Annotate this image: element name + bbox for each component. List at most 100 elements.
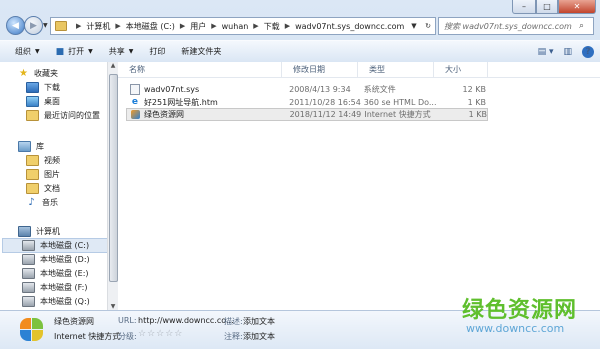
- file-name: wadv07nt.sys: [143, 84, 200, 94]
- rating-label: 分级:: [118, 332, 137, 341]
- recent-pages-dropdown[interactable]: ▼: [43, 22, 48, 29]
- html-file-icon: e: [131, 97, 139, 107]
- file-size: 12 KB: [462, 84, 487, 94]
- crumb-downloads[interactable]: 下载: [264, 21, 280, 32]
- crumb-drive-c[interactable]: 本地磁盘 (C:): [126, 21, 175, 32]
- address-bar[interactable]: ▶ 计算机 ▶ 本地磁盘 (C:) ▶ 用户 ▶ wuhan ▶ 下载 ▶ wa…: [50, 17, 436, 35]
- open-label: 打开: [68, 47, 85, 56]
- nav-downloads[interactable]: 下载: [26, 82, 60, 93]
- chevron-right-icon[interactable]: ▶: [211, 22, 216, 30]
- hard-drive-icon: [22, 240, 35, 251]
- open-button[interactable]: ■ 打开 ▼: [50, 43, 99, 60]
- watermark-name: 绿色资源网: [462, 298, 578, 323]
- navigation-pane: ★ 收藏夹 下载 桌面 最近访问的位置 库 视频 图片 文档 ♪ 音乐 计算机 …: [0, 62, 119, 310]
- nav-drive-e[interactable]: 本地磁盘 (E:): [22, 268, 89, 279]
- downloads-folder-icon: [26, 82, 39, 93]
- file-size: 1 KB: [468, 110, 487, 119]
- file-type: 系统文件: [363, 84, 396, 94]
- view-options-icon[interactable]: ▤ ▾: [538, 47, 554, 57]
- nav-documents[interactable]: 文档: [26, 183, 60, 194]
- window-controls: – □ ✕: [512, 0, 596, 14]
- video-library-icon: [26, 155, 39, 166]
- chevron-down-icon: ▼: [35, 48, 40, 55]
- nav-videos-label: 视频: [44, 156, 60, 165]
- column-size[interactable]: 大小: [434, 62, 488, 77]
- column-name[interactable]: 名称: [118, 62, 282, 77]
- chevron-right-icon: ▶: [76, 22, 82, 30]
- file-row-selected[interactable]: 绿色资源网 2018/11/12 14:49 Internet 快捷方式 1 K…: [126, 108, 488, 121]
- rating-stars[interactable]: ☆☆☆☆☆: [138, 329, 183, 339]
- nav-computer-label: 计算机: [36, 227, 60, 236]
- library-icon: [18, 141, 31, 152]
- column-date[interactable]: 修改日期: [282, 62, 358, 77]
- column-type[interactable]: 类型: [358, 62, 434, 77]
- chevron-right-icon[interactable]: ▶: [253, 22, 258, 30]
- nav-computer[interactable]: 计算机: [18, 226, 60, 237]
- minimize-button[interactable]: –: [512, 0, 536, 14]
- chevron-right-icon[interactable]: ▶: [180, 22, 185, 30]
- search-box[interactable]: 搜索 wadv07nt.sys_downcc.com ⌕: [438, 17, 594, 35]
- nav-drive-label: 本地磁盘 (Q:): [40, 297, 90, 306]
- forward-button[interactable]: ▶: [24, 16, 43, 35]
- nav-libraries[interactable]: 库: [18, 141, 44, 152]
- print-label: 打印: [149, 47, 166, 56]
- nav-documents-label: 文档: [44, 184, 60, 193]
- nav-drive-f[interactable]: 本地磁盘 (F:): [22, 282, 87, 293]
- organize-button[interactable]: 组织 ▼: [9, 43, 46, 60]
- internet-shortcut-icon: [131, 110, 140, 119]
- nav-pictures[interactable]: 图片: [26, 169, 60, 180]
- crumb-users[interactable]: 用户: [190, 21, 206, 32]
- help-icon[interactable]: ?: [582, 45, 594, 58]
- nav-drive-c[interactable]: 本地磁盘 (C:): [22, 240, 89, 251]
- nav-drive-q[interactable]: 本地磁盘 (Q:): [22, 296, 90, 307]
- hard-drive-icon: [22, 296, 35, 307]
- file-type: 360 se HTML Do...: [363, 97, 437, 107]
- close-button[interactable]: ✕: [558, 0, 596, 14]
- description-value[interactable]: 添加文本: [243, 316, 275, 327]
- hard-drive-icon: [22, 282, 35, 293]
- command-bar: 组织 ▼ ■ 打开 ▼ 共享 ▼ 打印 新建文件夹 ▤ ▾ ▥ ?: [0, 40, 600, 63]
- url-value[interactable]: http://www.downcc.co...: [138, 316, 234, 325]
- crumb-user[interactable]: wuhan: [222, 22, 249, 31]
- scrollbar-thumb[interactable]: [109, 74, 118, 282]
- note-value[interactable]: 添加文本: [243, 331, 275, 342]
- maximize-button[interactable]: □: [536, 0, 558, 14]
- system-file-icon: [130, 83, 140, 95]
- hard-drive-icon: [22, 268, 35, 279]
- nav-desktop[interactable]: 桌面: [26, 96, 60, 107]
- watermark-url: www.downcc.com: [466, 322, 565, 335]
- music-note-icon: ♪: [28, 197, 35, 208]
- desktop-icon: [26, 96, 39, 107]
- file-row[interactable]: e 好251网址导航.htm 2011/10/28 16:54 360 se H…: [126, 96, 486, 108]
- crumb-computer[interactable]: 计算机: [86, 21, 110, 32]
- refresh-icon[interactable]: ↻: [421, 22, 435, 30]
- file-size: 1 KB: [467, 97, 486, 107]
- nav-desktop-label: 桌面: [44, 97, 60, 106]
- search-input[interactable]: 搜索 wadv07nt.sys_downcc.com: [439, 21, 579, 32]
- chevron-right-icon[interactable]: ▶: [285, 22, 290, 30]
- explorer-window: – □ ✕ ◀ ▶ ▼ ▶ 计算机 ▶ 本地磁盘 (C:) ▶ 用户 ▶ wuh…: [0, 0, 600, 349]
- print-button[interactable]: 打印: [143, 43, 171, 60]
- file-type: Internet 快捷方式: [364, 110, 431, 119]
- search-icon[interactable]: ⌕: [579, 21, 593, 31]
- nav-favorites[interactable]: ★ 收藏夹: [18, 68, 58, 79]
- navigation-scrollbar[interactable]: ▲ ▼: [107, 62, 118, 310]
- chevron-right-icon[interactable]: ▶: [115, 22, 120, 30]
- crumb-current-folder[interactable]: wadv07nt.sys_downcc.com: [295, 22, 404, 31]
- folder-icon: [55, 21, 67, 31]
- share-button[interactable]: 共享 ▼: [103, 43, 140, 60]
- nav-videos[interactable]: 视频: [26, 155, 60, 166]
- scroll-down-icon[interactable]: ▼: [108, 303, 118, 310]
- nav-recent-places[interactable]: 最近访问的位置: [26, 110, 100, 121]
- preview-pane-icon[interactable]: ▥: [563, 47, 572, 57]
- address-dropdown-icon[interactable]: ▼: [407, 22, 421, 30]
- back-button[interactable]: ◀: [6, 16, 25, 35]
- scroll-up-icon[interactable]: ▲: [108, 62, 118, 72]
- file-row[interactable]: wadv07nt.sys 2008/4/13 9:34 系统文件 12 KB: [126, 83, 486, 95]
- file-name: 绿色资源网: [143, 110, 184, 119]
- new-folder-button[interactable]: 新建文件夹: [175, 43, 227, 60]
- nav-downloads-label: 下载: [44, 83, 60, 92]
- nav-music[interactable]: ♪ 音乐: [26, 197, 58, 208]
- nav-drive-d[interactable]: 本地磁盘 (D:): [22, 254, 90, 265]
- documents-library-icon: [26, 183, 39, 194]
